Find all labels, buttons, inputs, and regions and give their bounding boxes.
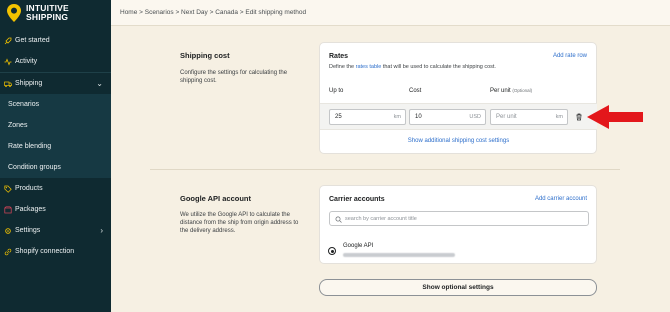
- search-icon: [335, 216, 342, 223]
- breadcrumb[interactable]: Home > Scenarios > Next Day > Canada > E…: [120, 9, 306, 16]
- sidebar-item-label: Settings: [15, 227, 41, 234]
- sidebar-item-activity[interactable]: Activity: [0, 51, 111, 72]
- per-unit-placeholder: Per unit: [496, 114, 517, 120]
- chevron-right-icon: ›: [100, 226, 103, 235]
- carrier-accounts-card: Carrier accounts Add carrier account sea…: [319, 185, 597, 264]
- brand-line-2: SHIPPING: [26, 12, 69, 22]
- trash-icon: [576, 113, 582, 121]
- add-rate-row-link[interactable]: Add rate row: [553, 53, 587, 59]
- show-additional-settings-link[interactable]: Show additional shipping cost settings: [320, 138, 597, 144]
- rocket-icon: [4, 37, 12, 44]
- activity-icon: [4, 57, 12, 66]
- carrier-accounts-title: Carrier accounts: [329, 196, 385, 203]
- shipping-cost-description: Configure the settings for calculating t…: [180, 70, 288, 84]
- link-icon: [4, 248, 12, 255]
- carrier-radio-selected[interactable]: [328, 247, 336, 255]
- cost-currency: USD: [469, 114, 481, 120]
- add-carrier-account-link[interactable]: Add carrier account: [535, 196, 587, 202]
- rates-definition-suffix: that will be used to calculate the shipp…: [381, 64, 496, 70]
- carrier-search-input[interactable]: search by carrier account title: [329, 211, 589, 226]
- up-to-value: 25: [335, 114, 342, 120]
- sidebar-item-rate-blending[interactable]: Rate blending: [0, 136, 111, 157]
- sidebar-item-label: Products: [15, 185, 43, 192]
- sidebar: INTUITIVE SHIPPING Get started Activity …: [0, 0, 111, 312]
- tag-icon: [4, 185, 12, 193]
- delete-row-button[interactable]: [572, 110, 586, 124]
- carrier-account-name: Google API: [343, 243, 374, 249]
- sidebar-item-zones[interactable]: Zones: [0, 115, 111, 136]
- sidebar-item-label: Shopify connection: [15, 248, 75, 255]
- column-header-cost: Cost: [409, 88, 422, 94]
- sidebar-item-packages[interactable]: Packages: [0, 199, 111, 220]
- truck-icon: [4, 81, 12, 87]
- per-unit-unit: km: [555, 114, 563, 120]
- rates-definition-prefix: Define the: [329, 64, 356, 70]
- brand-name: INTUITIVE SHIPPING: [26, 4, 69, 22]
- gear-icon: [5, 227, 11, 234]
- top-bar: Home > Scenarios > Next Day > Canada > E…: [111, 0, 670, 26]
- sidebar-item-condition-groups[interactable]: Condition groups: [0, 157, 111, 178]
- brand-logo[interactable]: INTUITIVE SHIPPING: [6, 3, 69, 23]
- sidebar-item-shopify-connection[interactable]: Shopify connection: [0, 241, 111, 262]
- per-unit-label: Per unit: [490, 88, 511, 94]
- sidebar-item-get-started[interactable]: Get started: [0, 30, 111, 51]
- cost-value: 10: [415, 114, 422, 120]
- sidebar-item-label: Packages: [15, 206, 46, 213]
- show-optional-settings-button[interactable]: Show optional settings: [319, 279, 597, 296]
- sidebar-item-scenarios[interactable]: Scenarios: [0, 94, 111, 115]
- sidebar-item-shipping[interactable]: Shipping ⌄: [0, 73, 111, 94]
- sidebar-item-label: Activity: [15, 58, 38, 65]
- column-header-up-to: Up to: [329, 88, 344, 94]
- up-to-unit: km: [393, 114, 401, 120]
- location-pin-icon: [7, 4, 21, 22]
- google-api-description: We utilize the Google API to calculate t…: [180, 212, 299, 234]
- sidebar-item-label: Rate blending: [8, 143, 52, 150]
- shipping-cost-title: Shipping cost: [180, 51, 230, 60]
- sidebar-item-settings[interactable]: Settings ›: [0, 220, 111, 241]
- section-divider: [150, 169, 620, 170]
- rates-table-link[interactable]: rates table: [356, 64, 382, 70]
- sidebar-nav: Get started Activity Shipping ⌄ Scenario…: [0, 30, 111, 262]
- google-api-title: Google API account: [180, 194, 251, 203]
- package-icon: [4, 205, 12, 213]
- cost-input[interactable]: 10 USD: [409, 109, 486, 125]
- rates-title: Rates: [329, 53, 349, 60]
- sidebar-item-label: Get started: [15, 37, 50, 44]
- annotation-arrow-icon: [587, 105, 643, 129]
- per-unit-input[interactable]: Per unit km: [490, 109, 568, 125]
- search-placeholder: search by carrier account title: [345, 216, 417, 222]
- up-to-input[interactable]: 25 km: [329, 109, 406, 125]
- rates-definition: Define the rates table that will be used…: [329, 64, 496, 70]
- column-header-per-unit: Per unit (Optional): [490, 88, 532, 94]
- sidebar-item-label: Shipping: [15, 80, 43, 87]
- redacted-api-key: [343, 253, 455, 257]
- sidebar-item-label: Scenarios: [8, 101, 40, 108]
- optional-label: (Optional): [512, 88, 533, 93]
- chevron-down-icon: ⌄: [96, 79, 103, 88]
- sidebar-item-label: Zones: [8, 122, 28, 129]
- rates-card: Rates Add rate row Define the rates tabl…: [319, 42, 597, 154]
- sidebar-item-label: Condition groups: [8, 164, 61, 171]
- sidebar-item-products[interactable]: Products: [0, 178, 111, 199]
- rate-row: 25 km 10 USD Per unit km: [320, 103, 597, 130]
